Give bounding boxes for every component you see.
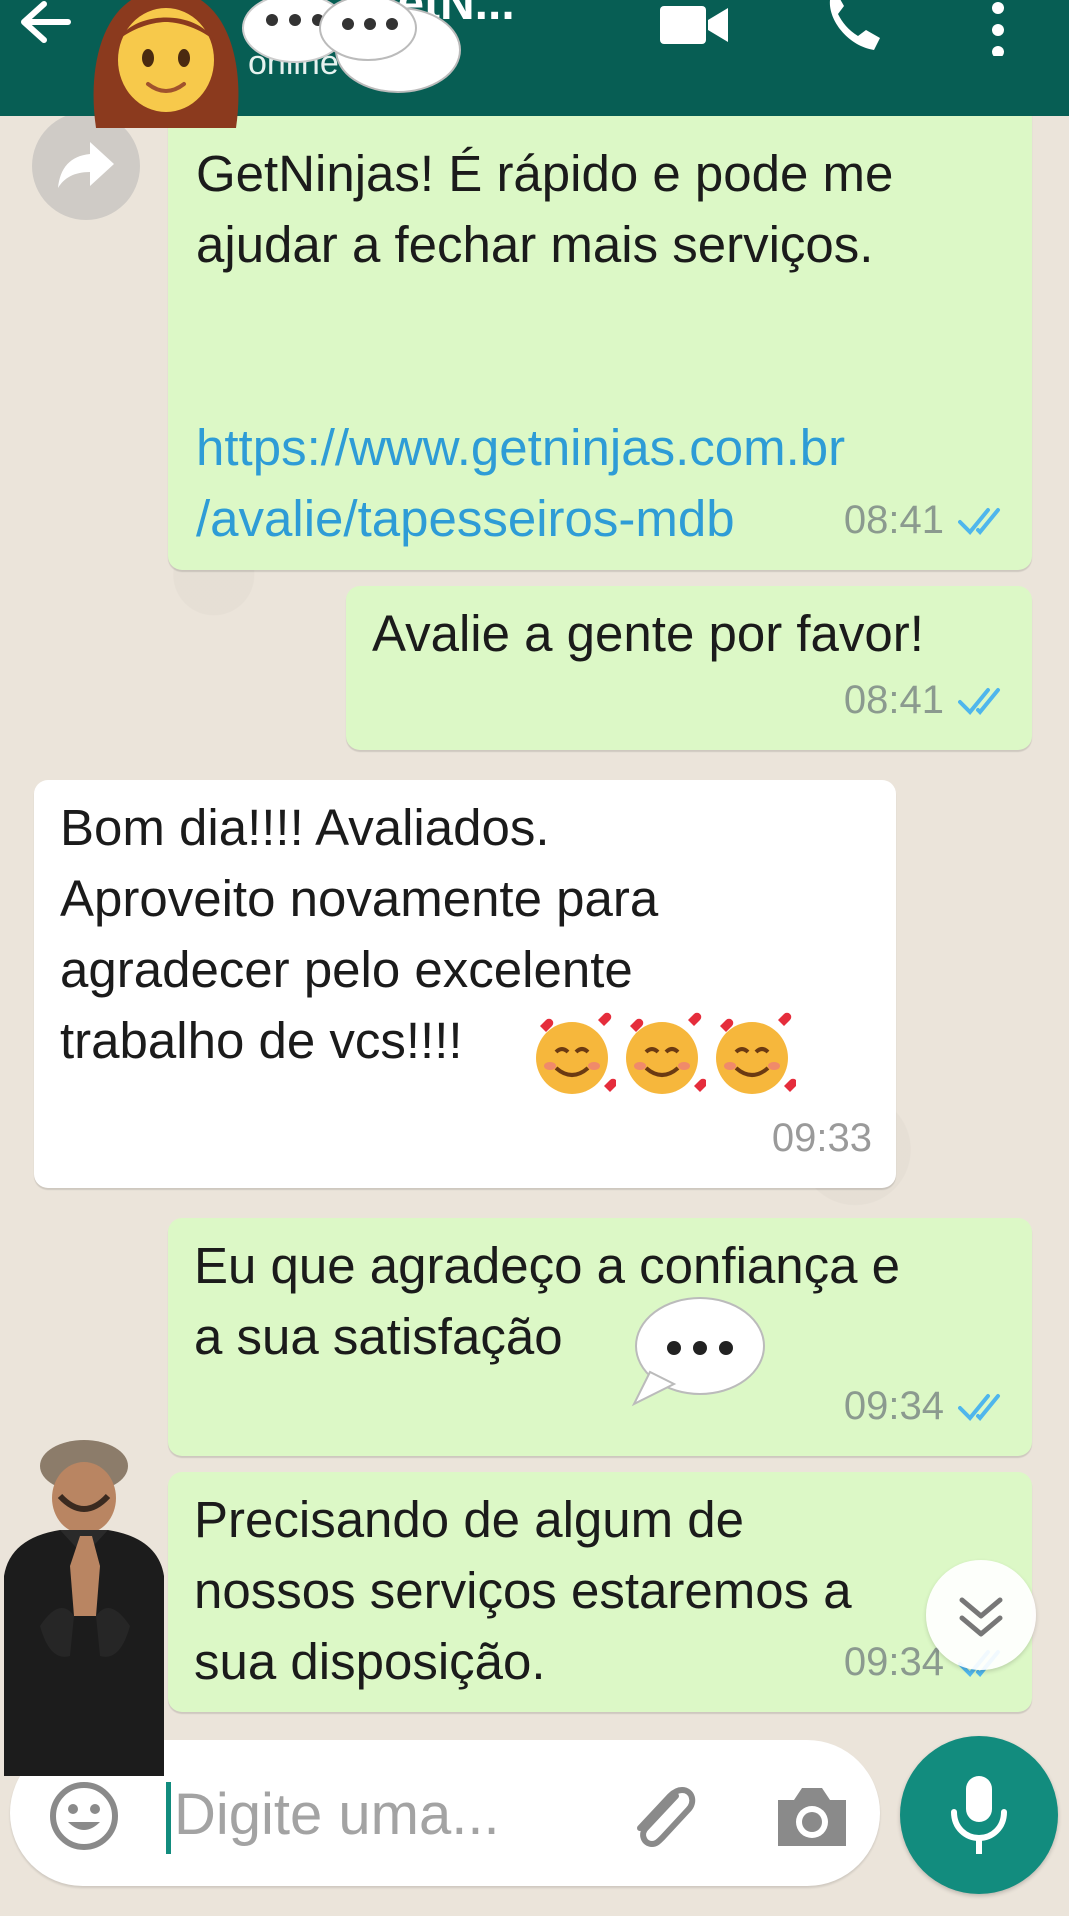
typing-bubble-sticker <box>319 0 461 93</box>
text-cursor <box>166 1782 171 1854</box>
message-text: GetNinjas! É rápido e pode me ajudar a f… <box>196 145 894 273</box>
message-meta: 08:41 <box>844 665 1008 736</box>
message-bubble-incoming[interactable]: Bom dia!!!! Avaliados. Aproveito novamen… <box>34 780 896 1188</box>
video-camera-icon[interactable] <box>658 2 730 48</box>
sign-language-interpreter <box>4 1440 164 1776</box>
camera-icon[interactable] <box>772 1782 852 1852</box>
phone-icon[interactable] <box>822 0 882 56</box>
paperclip-icon[interactable] <box>622 1778 702 1858</box>
message-time: 08:41 <box>843 498 944 542</box>
emoji-group <box>528 1012 796 1100</box>
message-meta: 09:33 <box>772 1103 872 1174</box>
smiling-face-with-hearts-emoji <box>716 1012 796 1094</box>
double-check-read-icon <box>958 687 1000 715</box>
voice-message-button[interactable] <box>900 1736 1058 1894</box>
smiling-face-with-hearts-emoji <box>626 1012 706 1094</box>
message-meta: 09:34 <box>844 1371 1008 1442</box>
message-text: Eu que agradeço a confiança e a sua sati… <box>194 1230 900 1372</box>
message-link[interactable]: https://www.getninjas.com.br /avalie/tap… <box>196 412 845 554</box>
message-bubble-outgoing[interactable]: GetNinjas! É rápido e pode me ajudar a f… <box>168 100 1032 570</box>
typing-bubble-sticker <box>631 1297 765 1407</box>
double-check-read-icon <box>958 507 1000 535</box>
message-time: 09:34 <box>843 1384 944 1428</box>
message-bubble-outgoing[interactable]: Precisando de algum de nossos serviços e… <box>168 1472 1032 1712</box>
message-input[interactable] <box>172 1768 596 1860</box>
forward-message-button[interactable] <box>32 112 140 220</box>
more-vertical-icon[interactable] <box>986 0 1010 56</box>
microphone-icon <box>951 1776 1007 1854</box>
forward-icon <box>58 142 114 188</box>
message-text-line1: Eu que agradeço a confiança e <box>194 1237 901 1294</box>
arrow-left-icon[interactable] <box>14 0 74 50</box>
double-chevron-down-icon <box>959 1597 1003 1637</box>
message-bubble-outgoing[interactable]: Avalie a gente por favor! 08:41 <box>346 586 1032 750</box>
message-bubble-outgoing[interactable]: Eu que agradeço a confiança e a sua sati… <box>168 1218 1032 1456</box>
message-meta: 08:41 <box>844 485 1008 556</box>
message-text-line2-start: a sua satisfação <box>194 1308 577 1365</box>
scroll-to-bottom-button[interactable] <box>926 1560 1036 1670</box>
message-text: Precisando de algum de nossos serviços e… <box>194 1491 852 1690</box>
message-time: 09:33 <box>771 1116 872 1160</box>
message-text: Avalie a gente por favor! <box>372 605 924 662</box>
smiley-icon[interactable] <box>48 1780 120 1852</box>
double-check-read-icon <box>958 1393 1000 1421</box>
smiling-face-with-hearts-emoji <box>536 1012 616 1094</box>
message-time: 08:41 <box>843 678 944 722</box>
woman-emoji-sticker <box>93 0 239 128</box>
